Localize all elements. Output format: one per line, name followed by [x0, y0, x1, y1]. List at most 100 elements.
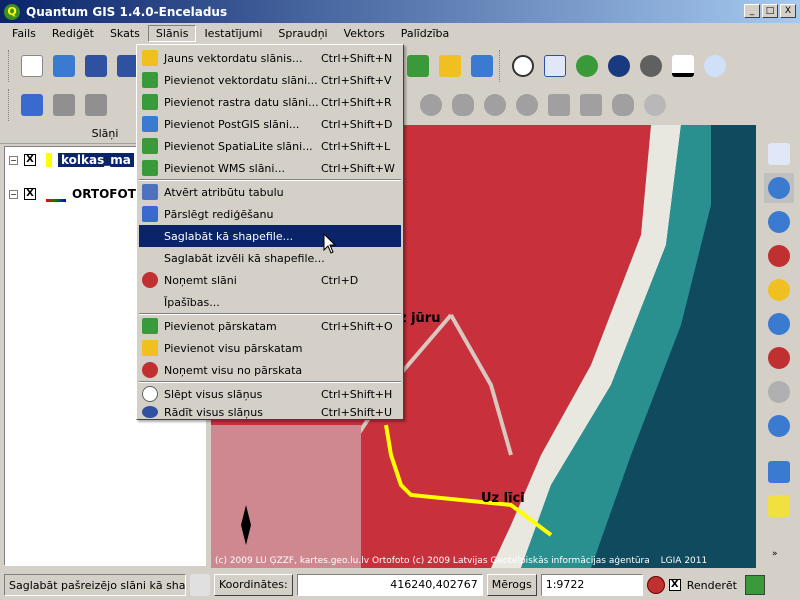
new-document-icon — [21, 55, 43, 77]
title-bar: Q Quantum GIS 1.4.0-Enceladus _ □ X — [0, 0, 800, 23]
layer-visibility-checkbox[interactable]: X — [24, 154, 36, 166]
decoration-button[interactable] — [540, 51, 570, 81]
render-checkbox[interactable]: X — [668, 579, 681, 591]
osm-button[interactable] — [636, 51, 666, 81]
menu-vector[interactable]: Vektors — [336, 25, 393, 42]
star-icon — [439, 55, 461, 77]
menu-item-add-all-to-overview[interactable]: Pievienot visu pārskatam — [139, 337, 401, 359]
layer-item-kolkas[interactable]: − X kolkas_ma — [9, 151, 134, 169]
select-icon — [768, 495, 790, 517]
rotate-button[interactable] — [640, 90, 670, 120]
toolbar-grip[interactable] — [8, 50, 11, 82]
menu-item-add-postgis[interactable]: Pievienot PostGIS slāni... Ctrl+Shift+D — [139, 113, 401, 135]
stop-render-icon[interactable] — [646, 576, 665, 594]
zoom-selection-button[interactable] — [764, 275, 794, 305]
layer-name: kolkas_ma — [58, 153, 134, 167]
scale-bar-icon — [672, 55, 694, 77]
copyright-icon — [512, 55, 534, 77]
menu-bar: Fails Rediģēt Skats Slānis Iestatījumi S… — [0, 23, 800, 44]
menu-item-hide-all-layers[interactable]: Slēpt visus slāņus Ctrl+Shift+H — [139, 383, 401, 405]
menu-layer[interactable]: Slānis — [147, 25, 197, 42]
toolbar-grip[interactable] — [499, 50, 502, 82]
menu-help[interactable]: Palīdzība — [393, 25, 458, 42]
new-vector-icon — [142, 50, 158, 66]
split-button[interactable] — [576, 90, 606, 120]
menu-item-add-vector[interactable]: Pievienot vektordatu slāni... Ctrl+Shift+… — [139, 69, 401, 91]
scale-bar-button[interactable] — [668, 51, 698, 81]
toggle-editing-button[interactable] — [17, 90, 47, 120]
merge-icon — [612, 94, 634, 116]
move-icon — [53, 94, 75, 116]
more-tools-chevron-icon[interactable]: » — [772, 549, 778, 559]
add-wms-icon — [142, 160, 158, 176]
remove-layer-button[interactable] — [467, 51, 497, 81]
select-button[interactable] — [764, 491, 794, 521]
add-vector-button[interactable] — [403, 51, 433, 81]
menu-file[interactable]: Fails — [4, 25, 44, 42]
add-island-button[interactable] — [448, 90, 478, 120]
menu-view[interactable]: Skats — [102, 25, 148, 42]
copyright-label-button[interactable] — [508, 51, 538, 81]
delete-ring-icon — [484, 94, 506, 116]
add-ring-button[interactable] — [416, 90, 446, 120]
menu-edit[interactable]: Rediģēt — [44, 25, 102, 42]
close-button[interactable]: X — [780, 4, 796, 18]
menu-item-add-raster[interactable]: Pievienot rastra datu slāni... Ctrl+Shift… — [139, 91, 401, 113]
merge-button[interactable] — [608, 90, 638, 120]
zoom-in-button[interactable] — [764, 173, 794, 203]
menu-item-save-as-shapefile[interactable]: Saglabāt kā shapefile... — [139, 225, 401, 247]
identify-button[interactable] — [764, 457, 794, 487]
menu-item-save-selection-as-shapefile[interactable]: Saglabāt izvēli kā shapefile... — [139, 247, 401, 269]
menu-item-add-spatialite[interactable]: Pievienot SpatiaLite slāni... Ctrl+Shift+… — [139, 135, 401, 157]
collapse-icon[interactable]: − — [9, 189, 18, 199]
menu-item-remove-all-from-overview[interactable]: Noņemt visu no pārskata — [139, 359, 401, 381]
open-folder-icon — [53, 55, 75, 77]
layer-menu-dropdown: Jauns vektordatu slānis... Ctrl+Shift+N P… — [136, 44, 404, 420]
toolbar-grip[interactable] — [8, 89, 11, 121]
move-feature-button[interactable] — [49, 90, 79, 120]
zoom-out-icon — [768, 211, 790, 233]
menu-item-add-to-overview[interactable]: Pievienot pārskatam Ctrl+Shift+O — [139, 315, 401, 337]
add-vector-icon — [407, 55, 429, 77]
map-navigation-toolbar: » — [758, 125, 800, 568]
minimize-button[interactable]: _ — [744, 4, 760, 18]
search-layer-button[interactable] — [700, 51, 730, 81]
menu-item-toggle-editing[interactable]: Pārslēgt rediģēšanu — [139, 203, 401, 225]
zoom-out-button[interactable] — [764, 207, 794, 237]
menu-item-attribute-table[interactable]: Atvērt atribūtu tabulu — [139, 181, 401, 203]
menu-plugins[interactable]: Spraudņi — [270, 25, 335, 42]
zoom-last-button[interactable] — [764, 343, 794, 373]
menu-item-remove-layer[interactable]: Noņemt slāni Ctrl+D — [139, 269, 401, 291]
refresh-button[interactable] — [764, 411, 794, 441]
new-vector-button[interactable] — [435, 51, 465, 81]
delete-part-button[interactable] — [512, 90, 542, 120]
node-tool-button[interactable] — [81, 90, 111, 120]
delete-ring-button[interactable] — [480, 90, 510, 120]
zoom-layer-button[interactable] — [764, 309, 794, 339]
zoom-next-button[interactable] — [764, 377, 794, 407]
globe-button[interactable] — [572, 51, 602, 81]
layer-visibility-checkbox[interactable]: X — [24, 188, 36, 200]
rotate-icon — [644, 94, 666, 116]
zoom-layer-icon — [768, 313, 790, 335]
coordinates-field[interactable]: 416240,402767 — [296, 574, 483, 596]
zoom-full-button[interactable] — [764, 241, 794, 271]
new-project-button[interactable] — [17, 51, 47, 81]
maximize-button[interactable]: □ — [762, 4, 778, 18]
osm-icon — [640, 55, 662, 77]
collapse-icon[interactable]: − — [9, 155, 18, 165]
scale-field[interactable]: 1:9722 — [540, 574, 643, 596]
menu-item-new-vector[interactable]: Jauns vektordatu slānis... Ctrl+Shift+N — [139, 47, 401, 69]
menu-item-properties[interactable]: Īpašības... — [139, 291, 401, 313]
remove-layer-icon — [471, 55, 493, 77]
save-project-button[interactable] — [81, 51, 111, 81]
menu-item-add-wms[interactable]: Pievienot WMS slāni... Ctrl+Shift+W — [139, 157, 401, 179]
north-arrow-button[interactable] — [604, 51, 634, 81]
menu-item-show-all-layers[interactable]: Rādīt visus slāņus Ctrl+Shift+U — [139, 405, 401, 419]
menu-settings[interactable]: Iestatījumi — [196, 25, 270, 42]
open-project-button[interactable] — [49, 51, 79, 81]
pan-button[interactable] — [764, 139, 794, 169]
layer-item-ortofoto[interactable]: − X ORTOFOTO — [9, 185, 146, 203]
projection-icon[interactable] — [744, 575, 765, 595]
reshape-button[interactable] — [544, 90, 574, 120]
